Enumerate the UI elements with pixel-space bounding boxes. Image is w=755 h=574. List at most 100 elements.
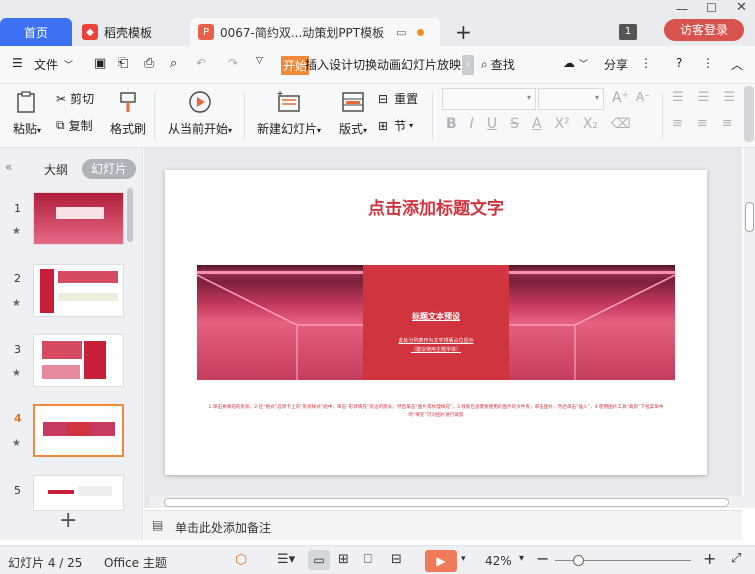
tab-design[interactable]: 设计 xyxy=(329,56,353,73)
share-button[interactable]: 分享 xyxy=(604,56,628,73)
slide-thumbnail-5[interactable] xyxy=(33,475,124,511)
horizontal-scrollbar[interactable] xyxy=(150,496,744,508)
slide-thumbnail-2[interactable] xyxy=(33,264,124,317)
bullet-list-icon[interactable]: ☰ xyxy=(672,90,684,105)
fit-window-icon[interactable]: ⤢ xyxy=(731,551,741,566)
tab-insert[interactable]: 插入 xyxy=(305,56,329,73)
font-color-icon[interactable]: A xyxy=(532,116,542,132)
center-subtitle-2: （建议使用主题字体） xyxy=(410,347,461,353)
zoom-in-icon[interactable]: + xyxy=(703,549,716,568)
strikethrough-icon[interactable]: S xyxy=(510,116,519,132)
chevron-down-icon[interactable]: ▾ xyxy=(461,554,466,564)
minimize-icon[interactable]: — xyxy=(676,2,688,16)
undo-icon[interactable]: ↶ xyxy=(196,56,206,70)
center-title[interactable]: 标题文本预设 xyxy=(363,311,509,322)
presenter-icon[interactable]: ⊟ xyxy=(391,552,402,567)
settings-icon[interactable]: ⋮ xyxy=(702,56,714,70)
window-icon[interactable]: ▭ xyxy=(396,26,406,39)
new-tab-button[interactable]: + xyxy=(455,20,472,44)
find-label: 查找 xyxy=(490,58,515,72)
more-icon[interactable]: ⋮ xyxy=(640,56,652,70)
superscript-icon[interactable]: X² xyxy=(555,116,570,132)
notes-bar[interactable]: ▤ 单击此处添加备注 xyxy=(144,510,742,540)
increase-font-icon[interactable]: A⁺ xyxy=(612,90,629,106)
align-left-icon[interactable]: ≡ xyxy=(672,116,683,131)
indent-icon[interactable]: ☰ xyxy=(723,90,735,105)
ribbon-scrollbar[interactable] xyxy=(744,86,754,142)
cut-button[interactable]: ✂ 剪切 xyxy=(56,90,94,107)
bold-icon[interactable]: B xyxy=(446,116,457,132)
file-menu[interactable]: 文件 ﹀ xyxy=(34,56,73,73)
tab-transition[interactable]: 切换 xyxy=(353,56,377,73)
zoom-level[interactable]: 42% xyxy=(485,554,512,568)
slide-thumbnail-3[interactable] xyxy=(33,334,124,387)
menu-scroll-right-icon[interactable]: › xyxy=(462,55,474,75)
reset-button[interactable]: ⊟ 重置 xyxy=(378,90,418,107)
redo-icon[interactable]: ↷ xyxy=(228,56,238,70)
zoom-out-icon[interactable]: − xyxy=(536,549,549,568)
add-slide-button[interactable]: + xyxy=(59,508,77,533)
tab-animation[interactable]: 动画 xyxy=(377,56,401,73)
tab-slides[interactable]: 幻灯片 xyxy=(82,159,136,179)
tab-document[interactable]: P 0067-简约双...动策划PPT模板 ▭ xyxy=(190,18,440,46)
quick-access-dropdown-icon[interactable]: ▽ xyxy=(256,56,263,66)
slide-title[interactable]: 点击添加标题文字 xyxy=(165,194,707,219)
center-text-box[interactable]: 标题文本预设 此处分列表作为文字排版占位显示 （建议使用主题字体） xyxy=(363,265,509,380)
align-right-icon[interactable]: ≡ xyxy=(722,116,733,131)
slide-editor[interactable]: 点击添加标题文字 标题文本预设 此处分列表作为文字排版占位显示 （建议使用主题字… xyxy=(165,170,707,475)
font-size-select[interactable]: ▾ xyxy=(538,88,604,110)
help-icon[interactable]: ? xyxy=(676,56,682,70)
numbered-list-icon[interactable]: ☰ xyxy=(698,90,710,105)
eraser-icon[interactable]: ⌫ xyxy=(611,116,631,132)
underline-icon[interactable]: U xyxy=(487,116,497,132)
play-slideshow-button[interactable]: ▶ xyxy=(425,550,457,572)
paste-button[interactable]: 粘贴▾ xyxy=(10,90,44,137)
save-icon[interactable]: ▣ xyxy=(94,56,106,71)
section-button[interactable]: ⊞ 节 ▾ xyxy=(378,117,413,134)
print-icon[interactable]: ⎙ xyxy=(144,56,154,71)
align-center-icon[interactable]: ≡ xyxy=(697,116,708,131)
slide-counter: 幻灯片 4 / 25 xyxy=(8,556,83,570)
slide-body-text[interactable]: 1.单击要填充的形状，2.在“格式”选项卡上的“形状样式”组中，单击“形状填充”… xyxy=(205,404,667,420)
right-wall-image[interactable] xyxy=(509,265,675,380)
vertical-scrollbar[interactable] xyxy=(744,148,755,508)
play-from-current-button[interactable]: 从当前开始▾ xyxy=(164,90,236,137)
slide-thumbnail-1[interactable] xyxy=(33,192,124,245)
subscript-icon[interactable]: X₂ xyxy=(583,116,598,132)
new-slide-button[interactable]: 新建幻灯片▾ xyxy=(254,90,324,137)
reading-view-icon[interactable]: ⎕ xyxy=(364,552,372,567)
zoom-dropdown-icon[interactable]: ▾ xyxy=(519,553,524,564)
slide-thumbnail-4[interactable] xyxy=(33,404,124,457)
collapse-panel-icon[interactable]: « xyxy=(5,160,12,174)
h-scroll-thumb[interactable] xyxy=(164,498,729,507)
maximize-icon[interactable]: ☐ xyxy=(706,1,717,15)
normal-view-icon[interactable]: ▭ xyxy=(308,550,330,570)
format-painter-button[interactable]: 格式刷 xyxy=(108,90,148,137)
font-family-select[interactable]: ▾ xyxy=(442,88,536,110)
print-preview-icon[interactable]: ⌕ xyxy=(170,56,177,71)
doc-count-badge[interactable]: 1 xyxy=(619,24,637,40)
notes-placeholder[interactable]: 单击此处添加备注 xyxy=(175,519,271,536)
tab-home[interactable]: 首页 xyxy=(0,18,72,46)
layout-button[interactable]: 版式▾ xyxy=(336,90,370,137)
collapse-ribbon-icon[interactable]: ︿ xyxy=(731,56,743,73)
find-button[interactable]: ⌕ 查找 xyxy=(481,56,515,73)
hamburger-icon[interactable]: ☰ xyxy=(12,56,23,70)
copy-button[interactable]: ⧉ 复制 xyxy=(56,117,93,134)
italic-icon[interactable]: I xyxy=(470,116,474,132)
tab-slideshow[interactable]: 幻灯片放映 xyxy=(401,56,461,73)
pdf-export-icon[interactable]: ⎗ xyxy=(118,56,128,71)
login-button[interactable]: 访客登录 xyxy=(664,19,744,41)
close-icon[interactable]: ✕ xyxy=(736,0,747,15)
grid-view-icon[interactable]: ⊞ xyxy=(338,552,349,567)
zoom-slider-thumb[interactable] xyxy=(573,555,584,566)
tab-outline[interactable]: 大纲 xyxy=(44,161,68,178)
scroll-thumb[interactable] xyxy=(745,202,754,232)
cloud-sync-icon[interactable]: ☁ ﹀ xyxy=(563,56,588,70)
beautify-icon[interactable]: ⬡ xyxy=(235,552,247,568)
tab-daoke[interactable]: ◆ 稻壳模板 xyxy=(74,18,186,46)
left-wall-image[interactable] xyxy=(197,265,364,380)
panel-scrollbar[interactable] xyxy=(127,188,133,242)
notes-toggle-icon[interactable]: ☰▾ xyxy=(277,552,295,567)
decrease-font-icon[interactable]: A⁻ xyxy=(636,90,651,104)
